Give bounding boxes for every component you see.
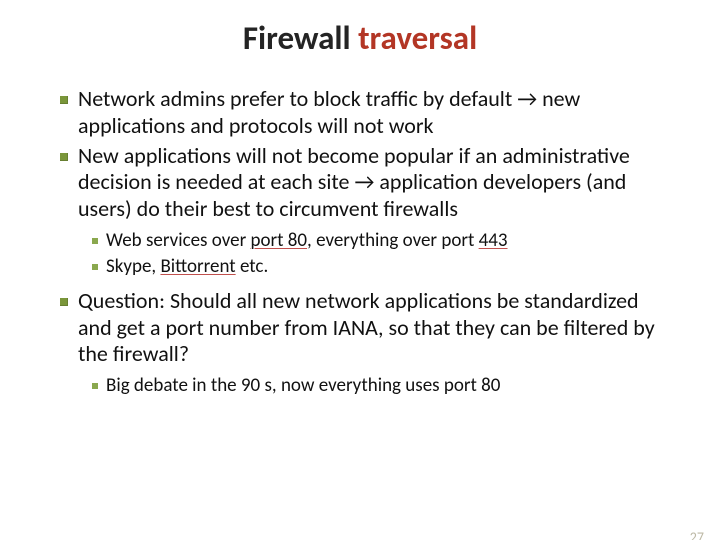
list-item: Question: Should all new network applica… [78,288,658,399]
list-item: Network admins prefer to block traffic b… [78,86,658,140]
sub-text-u1: port 80 [251,229,308,252]
sub-text-pre: Skype, [106,255,160,278]
sub-text-u1: Bittorrent [160,255,235,278]
sub-text-mid: , everything over port [307,229,479,252]
sub-list-item: Web services over port 80, everything ov… [106,229,658,253]
bullet-text: New applications will not become popular… [78,142,630,223]
sub-text-pre: Big debate in the 90 s, now everything u… [106,374,500,397]
sub-text-mid: etc. [236,255,269,278]
page-number: 27 [690,529,704,540]
bullet-text: Network admins prefer to block traffic b… [78,85,580,139]
sub-list: Web services over port 80, everything ov… [78,229,658,280]
sub-list: Big debate in the 90 s, now everything u… [78,374,658,398]
bullet-list: Network admins prefer to block traffic b… [78,86,658,399]
sub-list-item: Big debate in the 90 s, now everything u… [106,374,658,398]
sub-list-item: Skype, Bittorrent etc. [106,255,658,279]
title-accent: traversal [358,18,477,58]
title-prefix: Firewall [243,18,358,58]
list-item: New applications will not become popular… [78,143,658,280]
sub-text-pre: Web services over [106,229,251,252]
slide-title: Firewall traversal [0,18,720,58]
bullet-text: Question: Should all new network applica… [78,287,655,368]
sub-text-u2: 443 [479,229,508,252]
